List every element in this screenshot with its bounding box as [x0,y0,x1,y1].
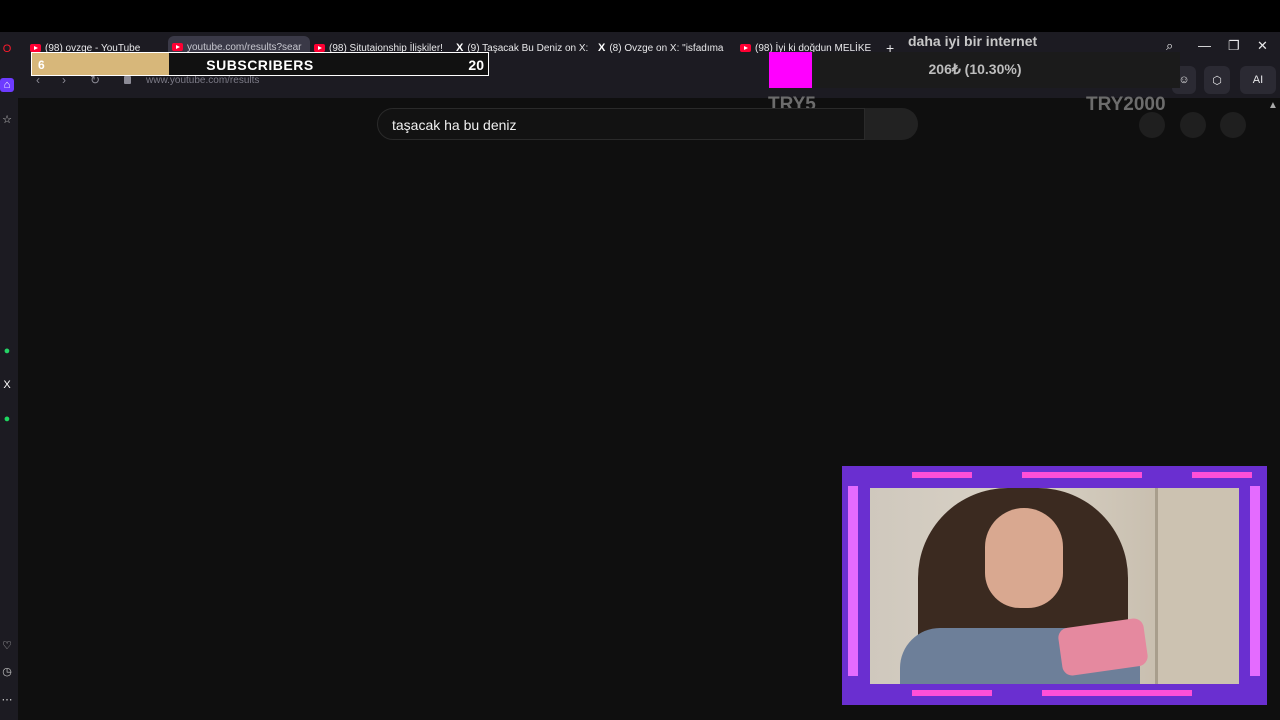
scroll-up-icon[interactable]: ▲ [1268,100,1278,111]
home-icon[interactable]: ⌂ [0,78,14,92]
tab-ovzge-x[interactable]: X (8) Ovzge on X: "isfadıma [598,38,728,58]
cube-icon[interactable]: ⬡ [1204,66,1230,94]
star-icon[interactable]: ☆ [0,112,14,126]
search-query: taşacak ha bu deniz [392,117,517,133]
opera-logo-icon[interactable]: O [0,42,14,56]
minimize-icon[interactable]: — [1198,38,1211,53]
ai-label: AI [1252,74,1264,86]
donation-goal-title: daha iyi bir internet [908,33,1038,49]
heart-icon[interactable]: ♡ [0,638,14,652]
youtube-search-input[interactable]: taşacak ha bu deniz [377,108,865,140]
frame-stripe [1250,486,1260,676]
subscriber-goal: 20 [468,57,484,73]
tab-label: youtube.com/results?sear [187,41,302,53]
tab-label: (8) Ovzge on X: "isfadıma [609,42,724,54]
streamer-face [985,508,1063,608]
frame-stripe [1042,690,1192,696]
lock-icon [124,76,131,84]
frame-stripe [1022,472,1142,478]
maximize-icon[interactable]: ❐ [1228,38,1240,54]
frame-stripe [848,486,858,676]
more-icon[interactable]: ⋯ [0,692,14,706]
webcam-video [870,488,1239,684]
browser-sidebar: O ⌂ ☆ ● X ● ♡ ◷ ⋯ [0,32,18,720]
ai-button[interactable]: AI [1240,66,1276,94]
donation-progress-fill [769,52,812,88]
url-field[interactable]: www.youtube.com/results [146,75,259,86]
spotify-icon[interactable]: ● [0,412,14,426]
frame-stripe [912,690,992,696]
subscriber-goal-bar: 6 SUBSCRIBERS 20 [31,52,489,76]
x-icon: X [598,42,606,54]
youtube-icon [314,44,325,52]
notifications-icon[interactable] [1180,112,1206,138]
donation-goal-amount: 206₺ (10.30%) [928,61,1022,77]
history-icon[interactable]: ◷ [0,664,14,678]
search-button[interactable] [865,108,918,140]
close-icon[interactable]: ✕ [1257,38,1268,54]
whatsapp-icon[interactable]: ● [0,344,14,358]
x-icon[interactable]: X [0,378,14,392]
youtube-icon [30,44,41,52]
avatar[interactable] [1220,112,1246,138]
background-cabinet [1155,488,1239,684]
create-icon[interactable] [1139,112,1165,138]
frame-stripe [912,472,972,478]
youtube-icon [740,44,751,52]
window-top-edge [0,0,1280,32]
subscriber-label: SUBSCRIBERS [206,57,314,73]
youtube-icon [172,43,183,51]
frame-stripe [1192,472,1252,478]
